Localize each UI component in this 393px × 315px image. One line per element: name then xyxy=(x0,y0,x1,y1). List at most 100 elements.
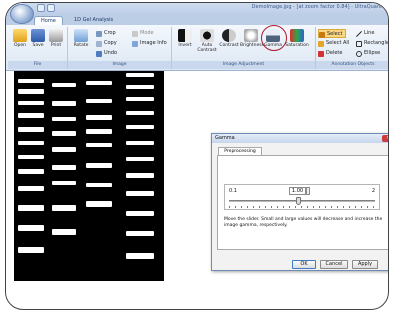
rectangle-button[interactable]: Rectangle xyxy=(356,39,388,48)
gel-band xyxy=(126,73,154,77)
ok-button[interactable]: OK xyxy=(292,260,316,269)
gel-band xyxy=(52,117,76,121)
delete-button[interactable]: Delete xyxy=(318,49,342,58)
slider-min-label: 0.1 xyxy=(229,188,237,194)
crop-icon xyxy=(96,30,102,37)
invert-button[interactable]: Invert xyxy=(174,29,196,59)
mode-button[interactable]: Mode xyxy=(132,29,154,38)
gel-band xyxy=(86,183,112,187)
image-group: Rotate Crop Copy Undo Mode Image Info Im… xyxy=(68,27,172,69)
undo-button[interactable]: Undo xyxy=(96,49,117,58)
image-adjustment-group-label: Image Adjustment xyxy=(172,61,315,69)
ellipse-button[interactable]: Ellipse xyxy=(356,49,380,58)
auto-contrast-button[interactable]: Auto Contrast xyxy=(196,29,218,59)
gel-band xyxy=(18,247,44,253)
gel-band xyxy=(52,131,76,136)
gel-band xyxy=(126,141,154,145)
gamma-slider-group: 0.1 2 1.00 xyxy=(224,184,380,210)
tab-preprocessing[interactable]: Preprocessing xyxy=(218,147,262,155)
gel-band xyxy=(52,181,76,185)
gel-band xyxy=(52,165,76,170)
arrow-pointer-icon xyxy=(319,31,325,38)
brightness-button[interactable]: Brightness xyxy=(240,29,264,59)
gamma-value-input[interactable]: 1.00 xyxy=(289,187,306,195)
gel-band xyxy=(18,225,44,231)
qat-save-icon[interactable] xyxy=(37,4,45,12)
dialog-title-bar: Gamma ✕ xyxy=(212,134,388,143)
gel-band xyxy=(86,201,112,207)
cancel-button[interactable]: Cancel xyxy=(320,260,348,269)
gel-band xyxy=(52,147,76,152)
gel-band xyxy=(86,143,112,147)
rectangle-icon xyxy=(356,40,362,47)
ellipse-icon xyxy=(356,50,362,57)
info-icon xyxy=(132,40,138,47)
title-bar: DemoImage.jpg - [at zoom factor 0.84] - … xyxy=(6,3,388,15)
gel-band xyxy=(126,191,154,196)
application-menu-button[interactable] xyxy=(10,4,34,24)
print-button[interactable]: Print xyxy=(45,29,67,59)
gel-band xyxy=(126,173,154,178)
gel-band xyxy=(18,169,44,174)
gel-band xyxy=(86,99,112,103)
select-all-button[interactable]: Select All xyxy=(318,39,349,48)
printer-icon xyxy=(49,29,63,42)
copy-button[interactable]: Copy xyxy=(96,39,117,48)
application-window: DemoImage.jpg - [at zoom factor 0.84] - … xyxy=(5,2,389,310)
tab-1d-gel-analysis[interactable]: 1D Gel Analysis xyxy=(68,16,119,25)
gamma-slider-track[interactable] xyxy=(229,200,375,202)
quick-access-toolbar xyxy=(37,4,55,12)
contrast-button[interactable]: Contrast xyxy=(218,29,240,59)
tab-home[interactable]: Home xyxy=(34,16,63,25)
disk-icon xyxy=(31,29,45,42)
annotation-objects-group-label: Annotation Objects xyxy=(316,61,388,69)
gel-band xyxy=(18,141,44,145)
rotate-button[interactable]: Rotate xyxy=(70,29,92,59)
qat-undo-icon[interactable] xyxy=(47,4,55,12)
gel-band xyxy=(126,231,154,236)
gel-band xyxy=(52,205,76,211)
gel-image[interactable] xyxy=(14,71,164,281)
gel-band xyxy=(126,157,154,161)
gel-band xyxy=(18,101,44,105)
gel-band xyxy=(52,101,76,106)
gel-band xyxy=(52,83,76,87)
gel-band xyxy=(86,115,112,120)
gel-band xyxy=(18,127,44,132)
file-group-label: File xyxy=(8,61,67,69)
image-adjustment-group: Invert Auto Contrast Contrast Brightness… xyxy=(172,27,316,69)
slider-max-label: 2 xyxy=(371,188,375,194)
gel-band xyxy=(126,211,154,216)
close-icon[interactable]: ✕ xyxy=(382,135,388,142)
preprocessing-panel: 0.1 2 1.00 Move the slider. Small and la… xyxy=(217,155,388,250)
line-icon xyxy=(356,30,362,37)
brightness-icon xyxy=(244,29,258,42)
gel-band xyxy=(126,125,154,129)
dialog-title: Gamma xyxy=(215,135,235,141)
gel-band xyxy=(18,79,44,83)
invert-icon xyxy=(178,29,192,42)
gel-band xyxy=(18,89,44,94)
delete-x-icon xyxy=(318,50,324,57)
saturation-icon xyxy=(290,29,304,42)
file-group: Open Save Print File xyxy=(8,27,68,69)
gel-band xyxy=(18,205,44,211)
gel-band xyxy=(126,253,154,259)
image-info-button[interactable]: Image Info xyxy=(132,39,167,48)
gamma-spinner[interactable] xyxy=(306,187,310,195)
apply-button[interactable]: Apply xyxy=(352,260,378,269)
gel-band xyxy=(18,186,44,191)
saturation-button[interactable]: Saturation xyxy=(284,29,310,59)
slider-ticks xyxy=(229,206,375,208)
gamma-slider-thumb[interactable] xyxy=(296,197,302,205)
folder-icon xyxy=(13,29,27,42)
mode-icon xyxy=(132,30,138,37)
gel-band xyxy=(86,129,112,134)
copy-icon xyxy=(96,40,102,47)
line-button[interactable]: Line xyxy=(356,29,374,38)
crop-button[interactable]: Crop xyxy=(96,29,116,38)
select-button[interactable]: Select xyxy=(318,29,347,38)
gamma-highlight-circle xyxy=(261,25,287,51)
rotate-icon xyxy=(74,29,88,42)
gel-band xyxy=(18,155,44,159)
